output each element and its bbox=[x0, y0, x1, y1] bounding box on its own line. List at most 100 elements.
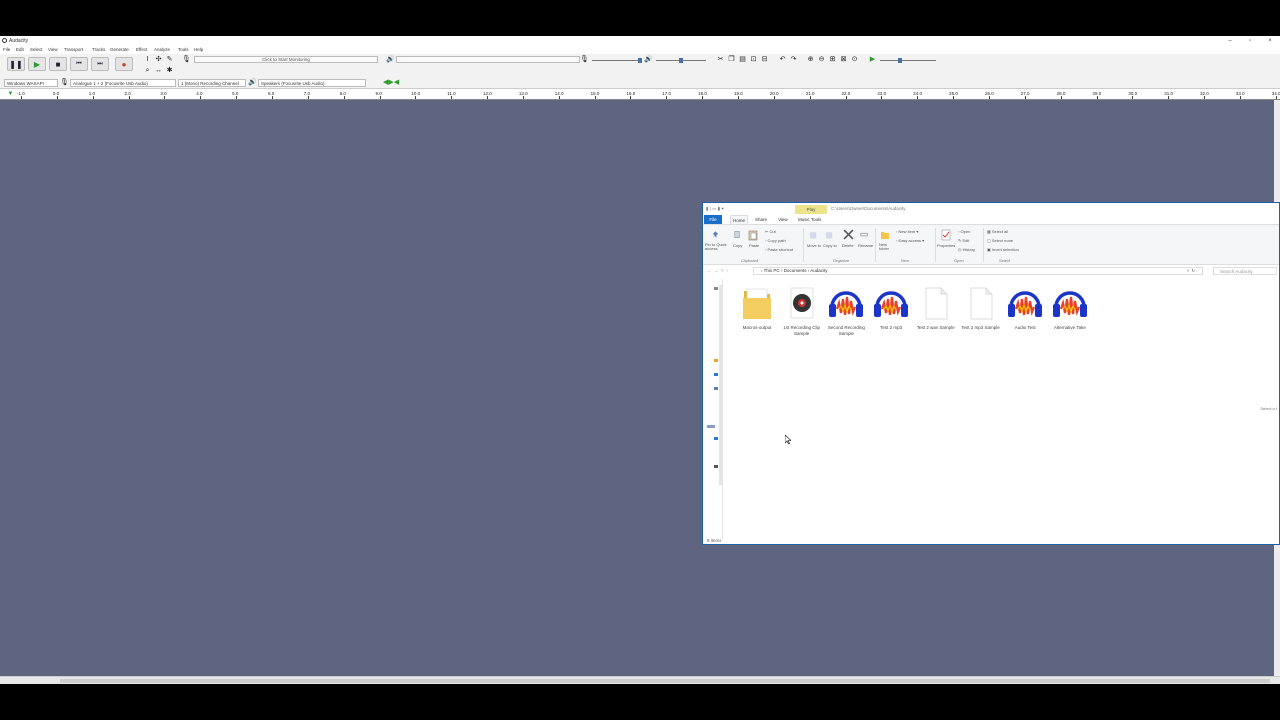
delete-label[interactable]: Delete bbox=[842, 243, 854, 248]
tab-file[interactable]: File bbox=[704, 215, 722, 224]
file-item[interactable]: Test 2 mp3 Sample bbox=[960, 285, 1002, 341]
menu-transport[interactable]: Transport bbox=[64, 46, 83, 54]
edit-label[interactable]: ✎ Edit bbox=[958, 238, 969, 243]
copy-label[interactable]: Copy bbox=[733, 243, 742, 248]
nav-network[interactable] bbox=[714, 437, 718, 440]
stop-button[interactable]: ■ bbox=[49, 57, 67, 71]
recording-device-select[interactable]: Analogue 1 + 2 (Focusrite Usb Audio) bbox=[70, 79, 176, 87]
select-all-label[interactable]: ▦ Select all bbox=[987, 229, 1008, 234]
file-item[interactable]: Second Recording Sample bbox=[825, 285, 867, 341]
menu-analyze[interactable]: Analyze bbox=[154, 46, 170, 54]
maximize-icon[interactable]: ▫ bbox=[1242, 36, 1258, 46]
pause-button[interactable]: ❚❚ bbox=[7, 57, 25, 71]
zoom-toggle-icon[interactable]: ⊙ bbox=[850, 55, 859, 64]
history-label[interactable]: ◷ History bbox=[958, 247, 975, 252]
tab-view[interactable]: View bbox=[778, 215, 788, 224]
paste-shortcut-label[interactable]: ▫ Paste shortcut bbox=[765, 247, 793, 252]
move-to-label[interactable]: Move to bbox=[807, 243, 821, 248]
breadcrumb[interactable]: › This PC › Documents › Audacity bbox=[761, 266, 827, 276]
fit-selection-icon[interactable]: ⊞ bbox=[828, 55, 837, 64]
paste-icon[interactable] bbox=[748, 229, 758, 241]
new-item-label[interactable]: ▫ New item ▾ bbox=[896, 229, 918, 234]
menu-tracks[interactable]: Tracks bbox=[92, 46, 105, 54]
silence-icon[interactable]: ⊟ bbox=[760, 55, 769, 64]
rename-label[interactable]: Rename bbox=[858, 243, 873, 248]
file-item[interactable]: Test 2 mp3 bbox=[870, 285, 912, 341]
new-folder-label[interactable]: New folder bbox=[879, 243, 893, 251]
file-item[interactable]: 1st Recording Clip Sample bbox=[781, 285, 823, 341]
record-button[interactable]: ● bbox=[115, 57, 133, 71]
timeline-ruler[interactable]: ▼ -1.0 0.0 1.0 2.0 3.0 4.0 5.0 6.0 7.0 8.0 9.0 10.0… bbox=[0, 89, 1280, 100]
menu-view[interactable]: View bbox=[48, 46, 58, 54]
open-label[interactable]: ▫ Open bbox=[958, 229, 970, 234]
delete-icon[interactable] bbox=[843, 229, 854, 240]
playback-meter[interactable] bbox=[396, 56, 580, 63]
copy-to-label[interactable]: Copy to bbox=[823, 243, 837, 248]
timeshift-tool-icon[interactable]: ↔ bbox=[154, 66, 163, 75]
play-speed-knob[interactable] bbox=[898, 58, 902, 63]
undo-icon[interactable]: ↶ bbox=[778, 55, 787, 64]
file-item[interactable]: Alternative Take bbox=[1049, 285, 1091, 341]
draw-tool-icon[interactable]: ✎ bbox=[165, 55, 174, 64]
horizontal-scroll-thumb[interactable] bbox=[60, 679, 1270, 683]
nav-selected[interactable] bbox=[707, 425, 715, 428]
horizontal-scrollbar[interactable] bbox=[0, 676, 1280, 684]
cut-icon[interactable]: ✂ bbox=[716, 55, 725, 64]
zoom-out-icon[interactable]: ⊖ bbox=[817, 55, 826, 64]
tab-share[interactable]: Share bbox=[755, 215, 767, 224]
properties-label[interactable]: Properties bbox=[937, 243, 955, 248]
multi-tool-icon[interactable]: ✱ bbox=[165, 66, 174, 75]
play-at-speed-icon[interactable]: ▶ bbox=[868, 55, 877, 64]
easy-access-label[interactable]: ▫ Easy access ▾ bbox=[896, 238, 924, 243]
skip-start-button[interactable]: ⏮ bbox=[70, 57, 88, 71]
playback-volume-knob[interactable] bbox=[679, 58, 683, 63]
navigation-arrows-icon[interactable]: ← → ˅ ↑ bbox=[707, 266, 728, 276]
menu-help[interactable]: Help bbox=[194, 46, 203, 54]
copy-icon[interactable]: ❐ bbox=[727, 55, 736, 64]
paste-icon[interactable]: ▤ bbox=[738, 55, 747, 64]
properties-icon[interactable] bbox=[941, 229, 951, 241]
menu-select[interactable]: Select bbox=[30, 46, 43, 54]
quick-access-toolbar[interactable]: ▮ | ▭ ▮ ▾ bbox=[706, 203, 724, 215]
rename-icon[interactable] bbox=[860, 230, 869, 240]
zoom-tool-icon[interactable]: ⌕ bbox=[143, 66, 152, 75]
recording-channels-select[interactable]: 1 (Mono) Recording Channel bbox=[178, 79, 246, 87]
recording-volume-slider[interactable] bbox=[592, 60, 642, 61]
play-context-tab[interactable]: Play bbox=[795, 205, 827, 214]
menu-effect[interactable]: Effect bbox=[136, 46, 147, 54]
cut-label[interactable]: ✂ Cut bbox=[765, 229, 776, 234]
select-none-label[interactable]: ▢ Select none bbox=[987, 238, 1013, 243]
copy-icon[interactable] bbox=[733, 230, 742, 240]
tab-music-tools[interactable]: Music Tools bbox=[798, 215, 821, 224]
nav-onedrive[interactable] bbox=[714, 373, 718, 376]
recording-volume-knob[interactable] bbox=[638, 58, 642, 63]
envelope-tool-icon[interactable]: ✣ bbox=[154, 55, 163, 64]
refresh-icon[interactable]: ˅ ↻ bbox=[1187, 266, 1195, 276]
menu-generate[interactable]: Generate bbox=[110, 46, 129, 54]
selection-tool-icon[interactable]: I bbox=[143, 55, 152, 64]
recording-meter[interactable]: Click to Start Monitoring bbox=[194, 56, 378, 63]
breadcrumb-audacity[interactable]: Audacity bbox=[810, 268, 827, 273]
breadcrumb-this-pc[interactable]: This PC bbox=[764, 268, 780, 273]
close-icon[interactable]: × bbox=[1262, 36, 1278, 46]
navigation-pane-scrollbar[interactable] bbox=[719, 285, 722, 485]
play-button[interactable]: ▶ bbox=[28, 57, 46, 71]
copy-path-label[interactable]: ▫ Copy path bbox=[765, 238, 786, 243]
move-to-icon[interactable] bbox=[809, 230, 818, 240]
pin-quick-access-label[interactable]: Pin to Quick access bbox=[705, 243, 731, 251]
audio-setup-icon[interactable]: ◀▶◀ bbox=[376, 78, 406, 87]
file-item[interactable]: Test 2 wav Sample bbox=[915, 285, 957, 341]
copy-to-icon[interactable] bbox=[825, 230, 834, 240]
trim-icon[interactable]: ⊡ bbox=[749, 55, 758, 64]
redo-icon[interactable]: ↷ bbox=[789, 55, 798, 64]
menu-tools[interactable]: Tools bbox=[178, 46, 189, 54]
nav-drive[interactable] bbox=[714, 465, 718, 468]
zoom-in-icon[interactable]: ⊕ bbox=[806, 55, 815, 64]
nav-node[interactable] bbox=[714, 287, 718, 290]
file-item[interactable]: Macros-output bbox=[736, 285, 778, 341]
menu-file[interactable]: File bbox=[3, 46, 10, 54]
play-speed-slider[interactable] bbox=[880, 60, 936, 61]
new-folder-icon[interactable] bbox=[880, 229, 890, 241]
fit-project-icon[interactable]: ⊠ bbox=[839, 55, 848, 64]
invert-selection-label[interactable]: ▣ Invert selection bbox=[987, 247, 1019, 252]
